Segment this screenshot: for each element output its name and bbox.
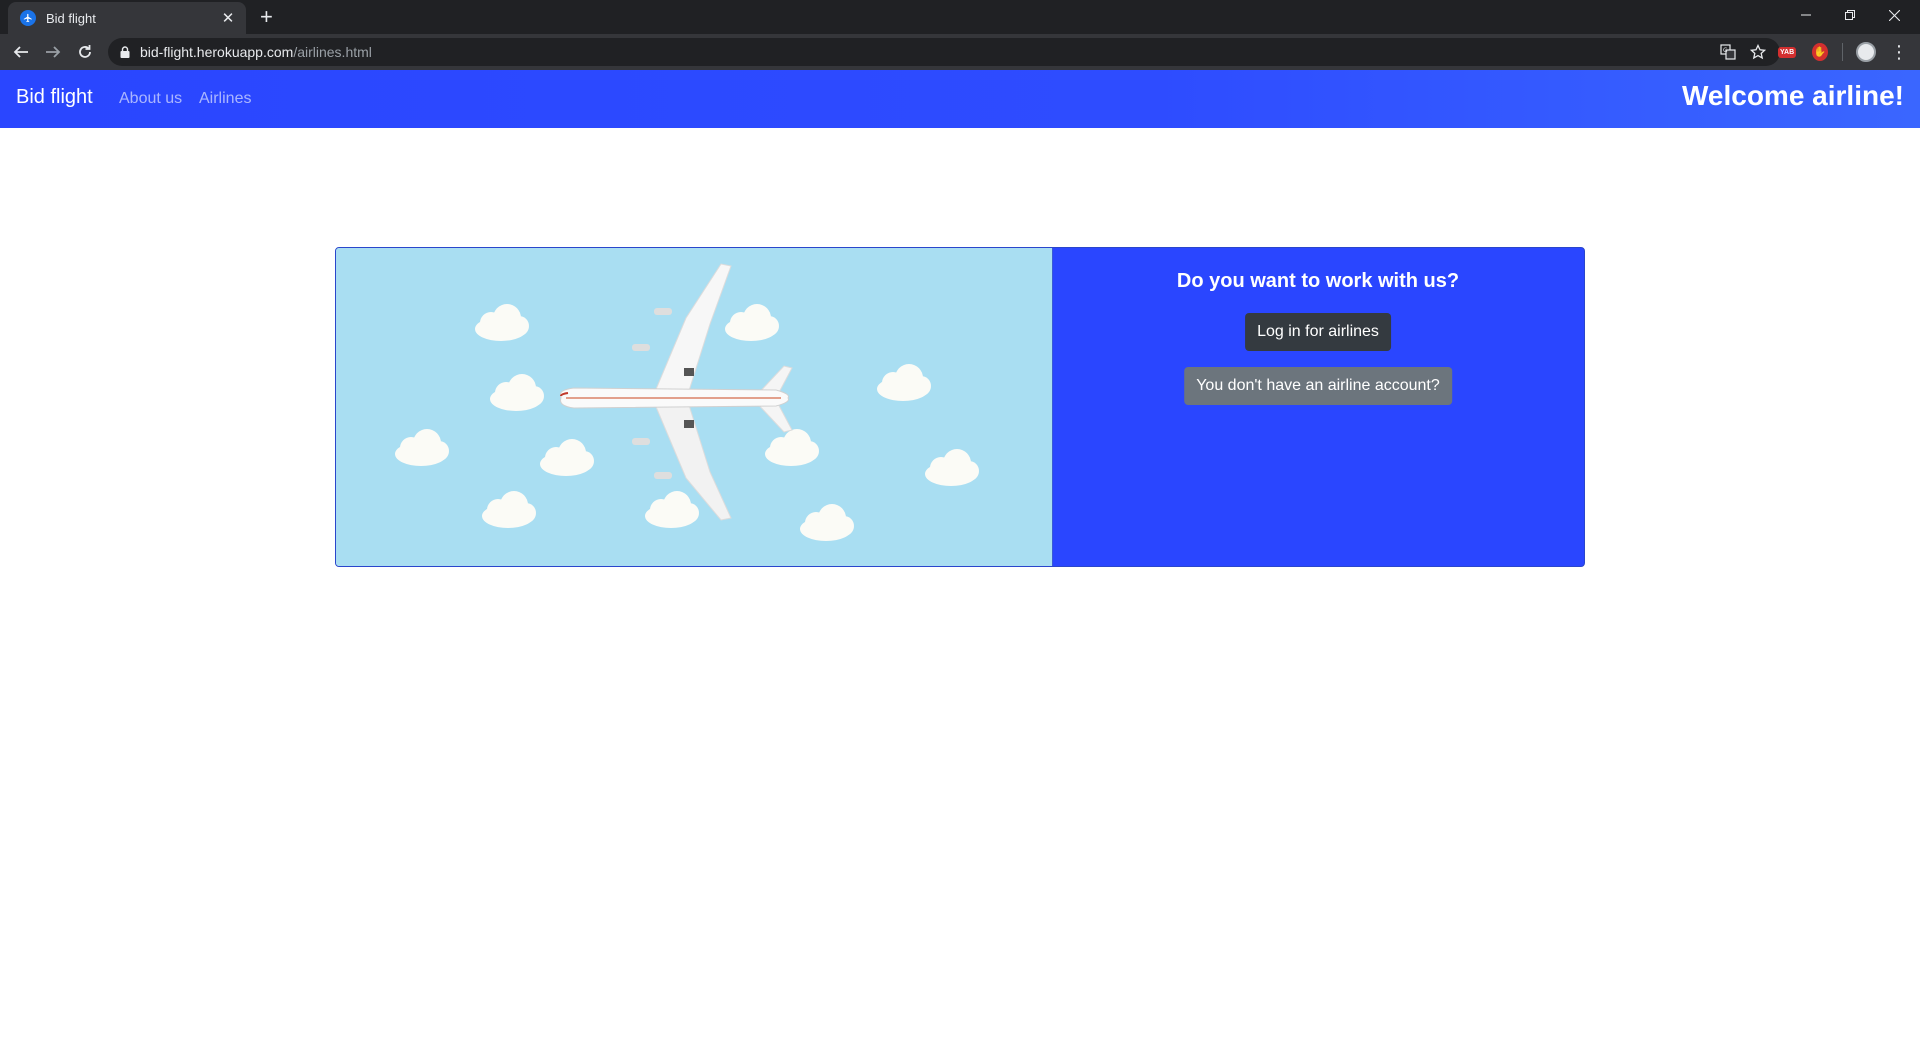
address-bar[interactable]: bid-flight.herokuapp.com/airlines.html G (108, 38, 1780, 66)
restore-icon[interactable] (1828, 0, 1872, 30)
browser-tab-bar: Bid flight ✕ + (0, 0, 1920, 34)
minimize-icon[interactable] (1784, 0, 1828, 30)
work-with-us-panel: Do you want to work with us? Log in for … (1052, 248, 1584, 566)
login-airlines-button[interactable]: Log in for airlines (1245, 313, 1391, 351)
nav-link-airlines[interactable]: Airlines (199, 90, 251, 108)
toolbar-separator (1842, 40, 1843, 64)
reload-icon[interactable] (74, 41, 96, 63)
avatar[interactable] (1856, 40, 1876, 64)
svg-text:G: G (1723, 47, 1728, 54)
brand-link[interactable]: Bid flight (16, 86, 93, 109)
url-host: bid-flight.herokuapp.com (140, 44, 294, 60)
browser-menu-icon[interactable]: ⋮ (1890, 40, 1908, 64)
register-airline-button[interactable]: You don't have an airline account? (1184, 367, 1452, 405)
welcome-heading: Welcome airline! (1681, 80, 1904, 111)
airplane-hero-image (336, 248, 1053, 566)
browser-toolbar: bid-flight.herokuapp.com/airlines.html G… (0, 34, 1920, 70)
tab-title: Bid flight (46, 10, 96, 26)
arrow-right-icon[interactable] (42, 41, 64, 63)
airline-card: Do you want to work with us? Log in for … (335, 247, 1585, 567)
close-tab-icon[interactable]: ✕ (220, 9, 236, 27)
airplane-icon (20, 10, 36, 26)
lock-icon (120, 46, 130, 58)
arrow-left-icon[interactable] (10, 41, 32, 63)
translate-icon[interactable]: G (1720, 44, 1736, 63)
extension-icon[interactable]: YAB (1778, 40, 1797, 64)
extension-badge: YAB (1778, 46, 1797, 58)
site-navbar: Bid flight About us Airlines Welcome air… (0, 70, 1920, 128)
star-icon[interactable] (1749, 43, 1767, 63)
panel-title: Do you want to work with us? (1176, 270, 1460, 292)
new-tab-button[interactable]: + (260, 6, 273, 28)
url-path: /airlines.html (293, 44, 372, 60)
browser-tab[interactable]: Bid flight ✕ (8, 2, 246, 34)
nav-link-about-us[interactable]: About us (119, 90, 182, 108)
close-window-icon[interactable] (1872, 0, 1916, 30)
adblock-hand-icon[interactable]: ✋ (1812, 40, 1828, 64)
